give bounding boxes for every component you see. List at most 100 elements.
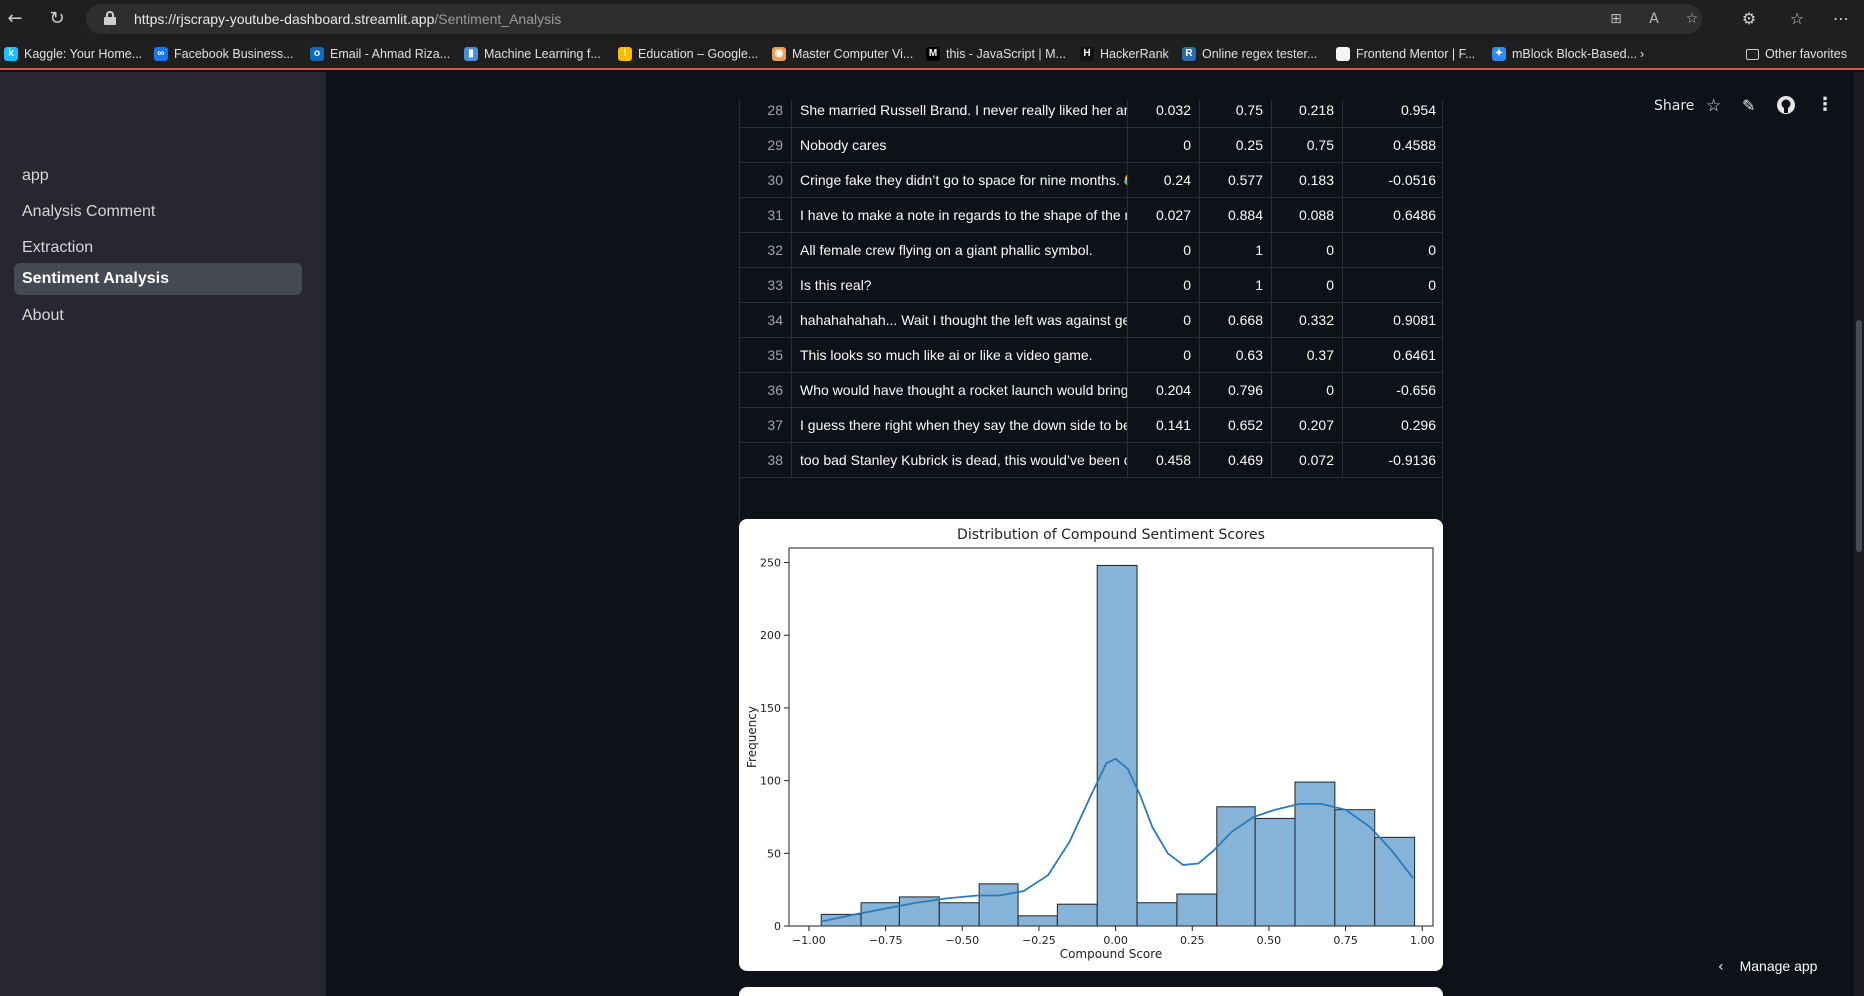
github-icon[interactable]: [1776, 95, 1796, 119]
positive-score-cell[interactable]: 0.332: [1272, 303, 1343, 338]
negative-score-cell[interactable]: 0: [1128, 233, 1200, 268]
compound-score-cell[interactable]: 0.6461: [1343, 338, 1442, 373]
bookmark-item[interactable]: k Kaggle: Your Home...: [4, 46, 142, 62]
bookmark-item[interactable]: R Online regex tester...: [1182, 46, 1317, 62]
negative-score-cell[interactable]: 0: [1128, 128, 1200, 163]
bookmark-item[interactable]: Frontend Mentor | F...: [1336, 46, 1475, 62]
other-favorites[interactable]: Other favorites: [1746, 46, 1847, 62]
positive-score-cell[interactable]: 0.37: [1272, 338, 1343, 373]
neutral-score-cell[interactable]: 1: [1200, 233, 1272, 268]
table-row[interactable]: 34 hahahahahah... Wait I thought the left…: [740, 303, 1442, 338]
bookmark-item[interactable]: o Email - Ahmad Riza...: [310, 46, 450, 62]
neutral-score-cell[interactable]: 0.25: [1200, 128, 1272, 163]
negative-score-cell[interactable]: 0.458: [1128, 443, 1200, 478]
positive-score-cell[interactable]: 0.088: [1272, 198, 1343, 233]
bookmark-item[interactable]: ▮ Machine Learning f...: [464, 46, 601, 62]
row-index[interactable]: 28: [740, 100, 792, 128]
favorite-star-icon[interactable]: ☆: [1682, 9, 1702, 29]
positive-score-cell[interactable]: 0: [1272, 373, 1343, 408]
row-index[interactable]: 35: [740, 338, 792, 373]
favorites-icon[interactable]: ☆: [1784, 6, 1810, 32]
compound-score-cell[interactable]: -0.9136: [1343, 443, 1442, 478]
scrollbar-thumb[interactable]: [1856, 320, 1862, 552]
sidebar-item-analysis-comment[interactable]: Analysis Comment: [14, 196, 302, 228]
positive-score-cell[interactable]: 0: [1272, 268, 1343, 303]
negative-score-cell[interactable]: 0.24: [1128, 163, 1200, 198]
table-row[interactable]: 30 Cringe fake they didn’t go to space fo…: [740, 163, 1442, 198]
bookmark-item[interactable]: H HackerRank: [1080, 46, 1169, 62]
comment-text-cell[interactable]: too bad Stanley Kubrick is dead, this wo…: [792, 443, 1128, 478]
table-row[interactable]: 32 All female crew flying on a giant phal…: [740, 233, 1442, 268]
sentiment-table[interactable]: 28 She married Russell Brand. I never rea…: [739, 100, 1443, 524]
bookmark-item[interactable]: ✦ mBlock Block-Based...: [1492, 46, 1637, 62]
row-index[interactable]: 38: [740, 443, 792, 478]
comment-text-cell[interactable]: She married Russell Brand. I never reall…: [792, 100, 1128, 128]
negative-score-cell[interactable]: 0.027: [1128, 198, 1200, 233]
bookmark-item[interactable]: ∞ Facebook Business...: [154, 46, 294, 62]
comment-text-cell[interactable]: I guess there right when they say the do…: [792, 408, 1128, 443]
table-row[interactable]: 36 Who would have thought a rocket launch…: [740, 373, 1442, 408]
row-index[interactable]: 36: [740, 373, 792, 408]
negative-score-cell[interactable]: 0.204: [1128, 373, 1200, 408]
comment-text-cell[interactable]: This looks so much like ai or like a vid…: [792, 338, 1128, 373]
row-index[interactable]: 31: [740, 198, 792, 233]
row-index[interactable]: 32: [740, 233, 792, 268]
share-button[interactable]: Share: [1654, 98, 1694, 114]
sidebar-item-about[interactable]: About: [14, 300, 302, 332]
neutral-score-cell[interactable]: 0.796: [1200, 373, 1272, 408]
neutral-score-cell[interactable]: 1: [1200, 268, 1272, 303]
app-available-icon[interactable]: ⊞: [1606, 9, 1626, 29]
bookmark-item[interactable]: ⁞ Education – Google...: [618, 46, 758, 62]
star-icon[interactable]: ☆: [1706, 96, 1721, 116]
bookmark-item[interactable]: Mthis - JavaScript | M...: [926, 46, 1066, 62]
table-row[interactable]: 28 She married Russell Brand. I never rea…: [740, 100, 1442, 128]
neutral-score-cell[interactable]: 0.884: [1200, 198, 1272, 233]
sidebar-item-sentiment-analysis[interactable]: Sentiment Analysis: [14, 263, 302, 295]
comment-text-cell[interactable]: Is this real?: [792, 268, 1128, 303]
extensions-icon[interactable]: ⚙: [1736, 6, 1762, 32]
positive-score-cell[interactable]: 0: [1272, 233, 1343, 268]
table-row[interactable]: 29 Nobody cares 0 0.25 0.75 0.4588: [740, 128, 1442, 163]
negative-score-cell[interactable]: 0.032: [1128, 100, 1200, 128]
compound-score-cell[interactable]: -0.0516: [1343, 163, 1442, 198]
edit-pencil-icon[interactable]: ✎: [1742, 96, 1755, 115]
comment-text-cell[interactable]: hahahahahah... Wait I thought the left w…: [792, 303, 1128, 338]
compound-score-cell[interactable]: 0: [1343, 268, 1442, 303]
comment-text-cell[interactable]: I have to make a note in regards to the …: [792, 198, 1128, 233]
bookmark-item[interactable]: ◉ Master Computer Vi...: [772, 46, 913, 62]
read-aloud-icon[interactable]: A: [1644, 9, 1664, 29]
table-row[interactable]: 38 too bad Stanley Kubrick is dead, this …: [740, 443, 1442, 478]
reload-icon[interactable]: ↻: [44, 6, 70, 32]
compound-score-cell[interactable]: -0.656: [1343, 373, 1442, 408]
negative-score-cell[interactable]: 0: [1128, 303, 1200, 338]
positive-score-cell[interactable]: 0.072: [1272, 443, 1343, 478]
sidebar-item-app[interactable]: app: [14, 160, 302, 192]
more-options-icon[interactable]: ⋯: [1828, 6, 1854, 32]
neutral-score-cell[interactable]: 0.75: [1200, 100, 1272, 128]
positive-score-cell[interactable]: 0.183: [1272, 163, 1343, 198]
compound-score-cell[interactable]: 0.4588: [1343, 128, 1442, 163]
table-row[interactable]: 33 Is this real? 0 1 0 0: [740, 268, 1442, 303]
negative-score-cell[interactable]: 0.141: [1128, 408, 1200, 443]
negative-score-cell[interactable]: 0: [1128, 338, 1200, 373]
address-bar[interactable]: https://rjscrapy-youtube-dashboard.strea…: [86, 4, 1702, 34]
compound-score-cell[interactable]: 0.296: [1343, 408, 1442, 443]
table-row[interactable]: 35 This looks so much like ai or like a v…: [740, 338, 1442, 373]
comment-text-cell[interactable]: Nobody cares: [792, 128, 1128, 163]
negative-score-cell[interactable]: 0: [1128, 268, 1200, 303]
table-row[interactable]: 37 I guess there right when they say the …: [740, 408, 1442, 443]
sidebar-item-extraction[interactable]: Extraction: [14, 232, 302, 264]
row-index[interactable]: 34: [740, 303, 792, 338]
comment-text-cell[interactable]: Cringe fake they didn’t go to space for …: [792, 163, 1128, 198]
table-row[interactable]: 31 I have to make a note in regards to th…: [740, 198, 1442, 233]
bookmarks-overflow-chevron-icon[interactable]: ›: [1640, 46, 1644, 62]
positive-score-cell[interactable]: 0.207: [1272, 408, 1343, 443]
compound-score-cell[interactable]: 0.9081: [1343, 303, 1442, 338]
neutral-score-cell[interactable]: 0.668: [1200, 303, 1272, 338]
main-menu-icon[interactable]: ⋮: [1816, 94, 1834, 115]
neutral-score-cell[interactable]: 0.577: [1200, 163, 1272, 198]
neutral-score-cell[interactable]: 0.63: [1200, 338, 1272, 373]
manage-app-button[interactable]: ‹ Manage app: [1718, 958, 1817, 975]
row-index[interactable]: 29: [740, 128, 792, 163]
comment-text-cell[interactable]: Who would have thought a rocket launch w…: [792, 373, 1128, 408]
